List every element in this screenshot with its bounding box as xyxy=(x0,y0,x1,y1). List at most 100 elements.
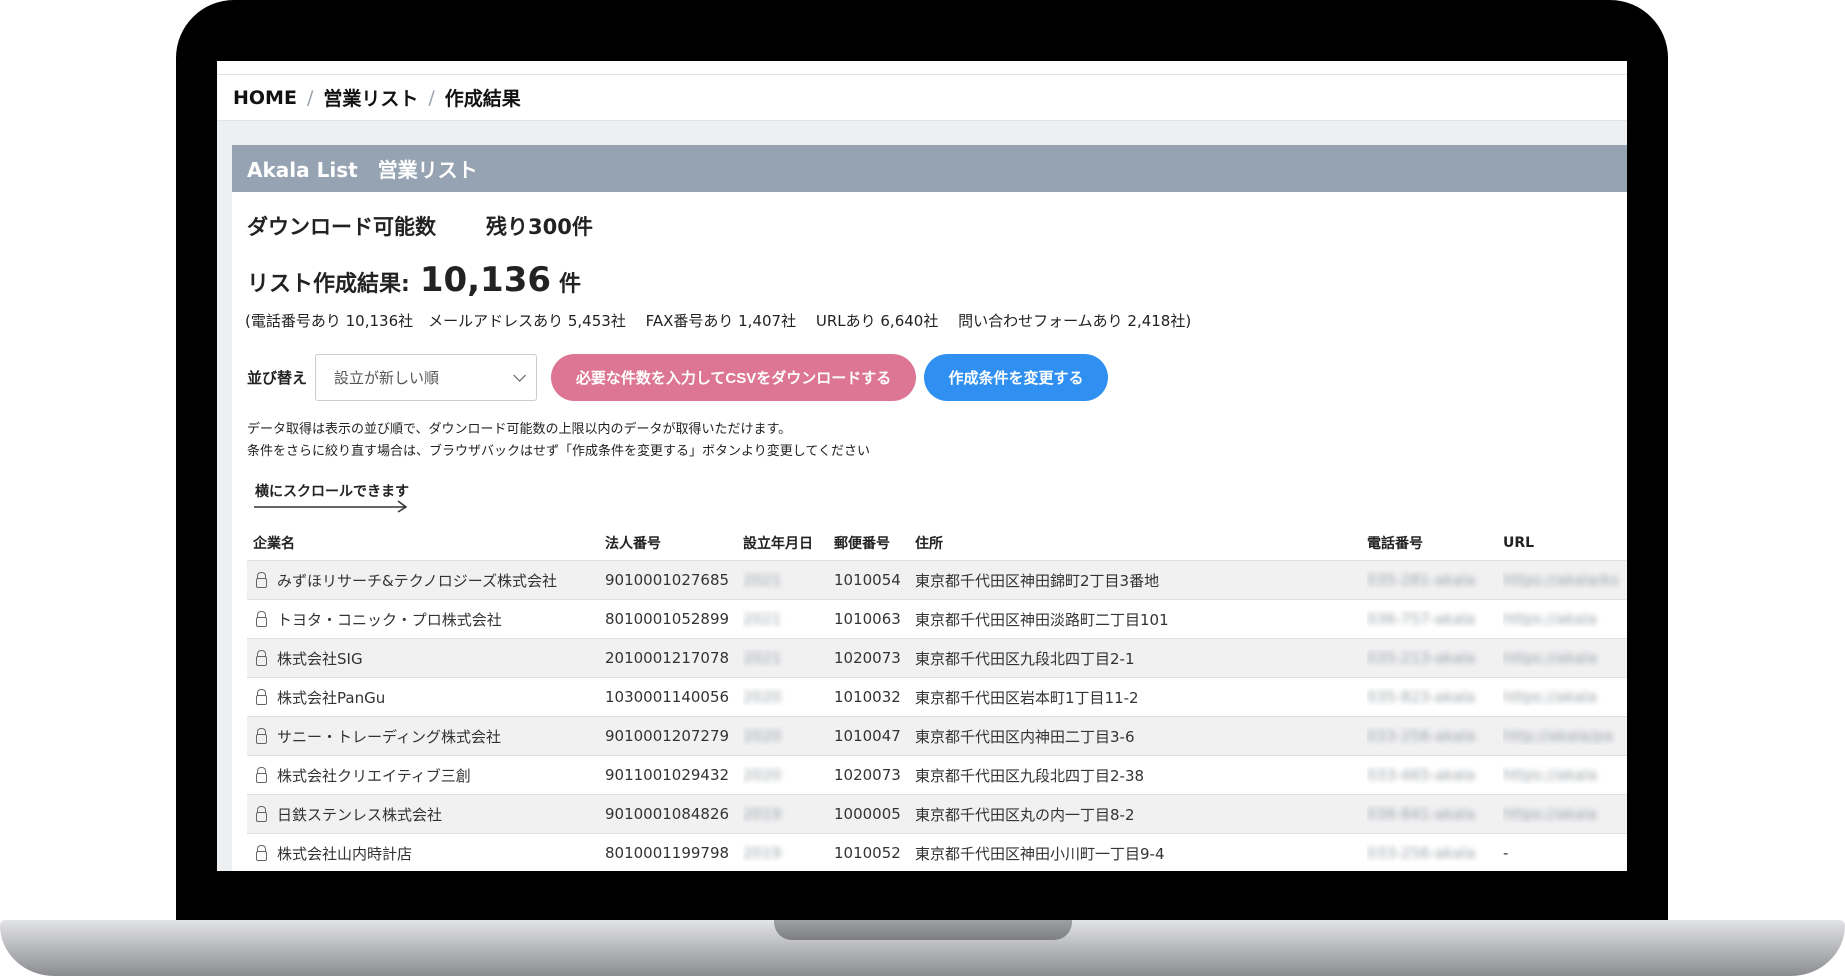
cell-phone-value: 036-757-akala xyxy=(1367,610,1476,628)
cell-company: 株式会社クリエイティブ三創 xyxy=(247,765,605,786)
cell-address: 東京都千代田区九段北四丁目2-38 xyxy=(915,765,1367,786)
lock-icon xyxy=(253,767,271,783)
scroll-hint: 横にスクロールできます xyxy=(255,484,409,500)
cell-zip: 1000005 xyxy=(834,805,915,823)
cell-phone: 035-823-akala xyxy=(1367,688,1503,706)
cell-established: 2021 xyxy=(743,610,834,628)
table-row[interactable]: みずほリサーチ&テクノロジーズ株式会社 9010001027685 2021 1010… xyxy=(247,561,1627,600)
csv-download-button[interactable]: 必要な件数を入力してCSVをダウンロードする xyxy=(551,353,917,401)
table-row[interactable]: 株式会社SIG 2010001217078 2021 1020073 東京都千代田区九段… xyxy=(247,639,1627,678)
cell-corporate-number-value: 9011001029432 xyxy=(605,766,730,784)
cell-corporate-number-value: 9010001084826 xyxy=(605,805,730,823)
cell-address: 東京都千代田区九段北四丁目2-1 xyxy=(915,648,1367,669)
screen: HOME / 営業リスト / 作成結果 Akala List 営業リスト ダウン… xyxy=(217,61,1627,871)
table-row[interactable]: 株式会社山内時計店 8010001199798 2019 1010052 東京都千代田区… xyxy=(247,834,1627,871)
cell-zip-value: 1020073 xyxy=(834,766,901,784)
cell-phone-value: 035-823-akala xyxy=(1367,688,1476,706)
result-count: 10,136 xyxy=(419,260,552,300)
cell-company: 日鉄ステンレス株式会社 xyxy=(247,804,605,825)
table-header: 企業名 法人番号 設立年月日 郵便番号 住所 電話番号 URL xyxy=(247,525,1627,561)
company-table: 企業名 法人番号 設立年月日 郵便番号 住所 電話番号 URL みずほリサーチ&… xyxy=(247,525,1627,871)
cell-address-value: 東京都千代田区九段北四丁目2-38 xyxy=(915,766,1145,785)
cell-url: - xyxy=(1503,844,1627,862)
cell-established-value: 2019 xyxy=(743,844,782,862)
table-row[interactable]: 株式会社クリエイティブ三創 9011001029432 2020 1020073 東京都… xyxy=(247,756,1627,795)
cell-url: https://akala xyxy=(1503,649,1627,667)
cell-zip-value: 1020073 xyxy=(834,649,901,667)
cell-zip-value: 1010054 xyxy=(834,571,901,589)
note-line: データ取得は表示の並び順で、ダウンロード可能数の上限以内のデータが取得いただけま… xyxy=(247,422,792,437)
cell-corporate-number: 8010001199798 xyxy=(605,844,743,862)
table-row[interactable]: サニー・トレーディング株式会社 9010001207279 2020 1010047 東… xyxy=(247,717,1627,756)
change-conditions-button[interactable]: 作成条件を変更する xyxy=(924,353,1109,401)
cell-established-value: 2020 xyxy=(743,727,782,745)
cell-zip-value: 1000005 xyxy=(834,805,901,823)
cell-company: 株式会社SIG xyxy=(247,648,605,669)
cell-established-value: 2021 xyxy=(743,571,782,589)
download-label: ダウンロード可能数 xyxy=(247,215,436,239)
cell-address: 東京都千代田区神田錦町2丁目3番地 xyxy=(915,570,1367,591)
cell-corporate-number: 8010001052899 xyxy=(605,610,743,628)
column-header-established: 設立年月日 xyxy=(743,535,813,552)
breadcrumb: HOME / 営業リスト / 作成結果 xyxy=(217,74,1627,121)
cell-company: サニー・トレーディング株式会社 xyxy=(247,726,605,747)
cell-url-value: - xyxy=(1503,844,1509,862)
cell-corporate-number: 1030001140056 xyxy=(605,688,743,706)
table-row[interactable]: 日鉄ステンレス株式会社 9010001084826 2019 1000005 東京都千代… xyxy=(247,795,1627,834)
cell-phone: 033-256-akala xyxy=(1367,844,1503,862)
lock-icon xyxy=(253,572,271,588)
breadcrumb-separator: / xyxy=(306,86,314,109)
cell-url: https://akala/ks xyxy=(1503,571,1627,589)
cell-established-value: 2021 xyxy=(743,610,782,628)
company-name: トヨタ・コニック・プロ株式会社 xyxy=(277,610,502,629)
column-header-url: URL xyxy=(1503,534,1535,551)
download-capacity: ダウンロード可能数 残り300件 xyxy=(247,211,593,241)
cell-url-value: https://akala xyxy=(1503,649,1597,667)
cell-zip: 1010063 xyxy=(834,610,915,628)
result-unit: 件 xyxy=(559,272,582,297)
cell-address-value: 東京都千代田区神田錦町2丁目3番地 xyxy=(915,571,1160,590)
table-row[interactable]: トヨタ・コニック・プロ株式会社 8010001052899 2021 1010063 東… xyxy=(247,600,1627,639)
cell-url-value: https://akala xyxy=(1503,610,1597,628)
cell-company: みずほリサーチ&テクノロジーズ株式会社 xyxy=(247,570,605,591)
chevron-down-icon xyxy=(513,368,527,382)
cell-established-value: 2019 xyxy=(743,805,782,823)
breadcrumb-separator: / xyxy=(428,86,435,109)
cell-phone-value: 033-256-akala xyxy=(1367,844,1476,862)
cell-url: http://akala/pa xyxy=(1503,727,1627,745)
cell-established: 2020 xyxy=(743,766,834,784)
result-panel: Akala List 営業リスト ダウンロード可能数 残り300件 リスト作成結… xyxy=(232,145,1627,871)
column-header-zip: 郵便番号 xyxy=(834,535,890,552)
cell-company: 株式会社PanGu xyxy=(247,687,605,708)
cell-address-value: 東京都千代田区岩本町1丁目11-2 xyxy=(915,688,1139,707)
result-breakdown: (電話番号あり 10,136社 メールアドレスあり 5,453社 FAX番号あり… xyxy=(245,312,1192,330)
breadcrumb-home[interactable]: HOME xyxy=(233,87,297,109)
cell-zip-value: 1010063 xyxy=(834,610,901,628)
cell-phone-value: 035-213-akala xyxy=(1367,649,1476,667)
breadcrumb-current: 作成結果 xyxy=(444,88,521,110)
column-header-company: 企業名 xyxy=(253,535,295,552)
cell-address: 東京都千代田区内神田二丁目3-6 xyxy=(915,726,1367,747)
lock-icon xyxy=(253,806,271,822)
cell-zip: 1010052 xyxy=(834,844,915,862)
cell-established: 2021 xyxy=(743,571,834,589)
cell-zip: 1020073 xyxy=(834,649,915,667)
breadcrumb-sales-list[interactable]: 営業リスト xyxy=(323,84,418,111)
cell-corporate-number-value: 9010001207279 xyxy=(605,727,730,745)
table-row[interactable]: 株式会社PanGu 1030001140056 2020 1010032 東京都千代田区… xyxy=(247,678,1627,717)
cell-established: 2019 xyxy=(743,844,834,862)
column-header-phone: 電話番号 xyxy=(1367,535,1423,552)
cell-phone: 033-465-akala xyxy=(1367,766,1503,784)
controls-row: 並び替え 設立が新しい順 必要な件数を入力してCSVをダウンロードする 作成条件… xyxy=(247,353,1109,401)
sort-select[interactable]: 設立が新しい順 xyxy=(315,353,538,401)
cell-corporate-number-value: 8010001052899 xyxy=(605,610,730,628)
cell-address-value: 東京都千代田区内神田二丁目3-6 xyxy=(915,727,1135,746)
company-name: 株式会社クリエイティブ三創 xyxy=(277,766,471,785)
lock-icon xyxy=(253,611,271,627)
company-name: 株式会社山内時計店 xyxy=(277,844,413,863)
cell-phone: 036-757-akala xyxy=(1367,610,1503,628)
cell-established: 2020 xyxy=(743,727,834,745)
cell-url-value: https://akala xyxy=(1503,766,1597,784)
cell-corporate-number-value: 8010001199798 xyxy=(605,844,730,862)
cell-corporate-number: 9010001207279 xyxy=(605,727,743,745)
